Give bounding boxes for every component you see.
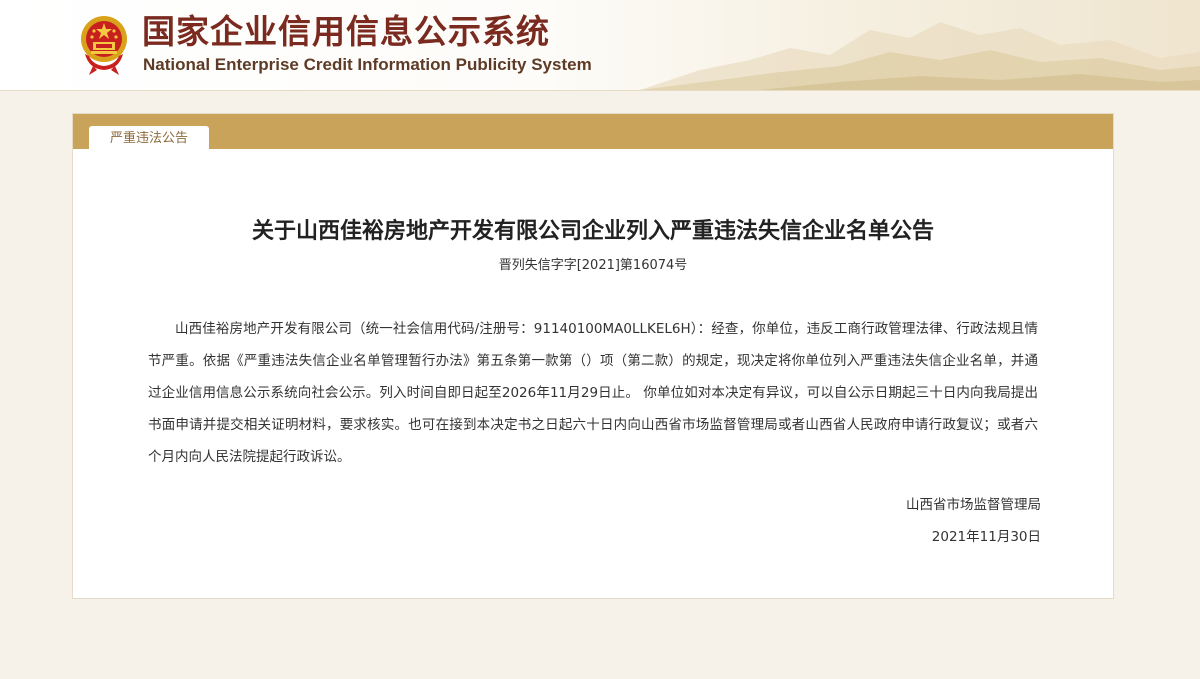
notice-signature: 山西省市场监督管理局 2021年11月30日 (906, 489, 1041, 553)
mountain-landscape-banner (640, 22, 1200, 90)
issuing-authority: 山西省市场监督管理局 (906, 497, 1041, 513)
issue-date: 2021年11月30日 (931, 529, 1041, 545)
notice-body: 山西佳裕房地产开发有限公司（统一社会信用代码/注册号：91140100MA0LL… (148, 321, 1038, 465)
site-title-en: National Enterprise Credit Information P… (143, 55, 592, 74)
national-emblem-icon (81, 16, 127, 75)
tab-serious-violation-notice[interactable]: 严重违法公告 (89, 126, 209, 149)
panel-tab-bar: 严重违法公告 (73, 114, 1113, 149)
notice-document-number: 晋列失信字字[2021]第16074号 (498, 258, 688, 273)
notice-title: 关于山西佳裕房地产开发有限公司企业列入严重违法失信企业名单公告 (251, 219, 934, 244)
site-title-cn: 国家企业信用信息公示系统 (142, 12, 550, 51)
notice-panel: 严重违法公告 关于山西佳裕房地产开发有限公司企业列入严重违法失信企业名单公告 晋… (72, 113, 1114, 599)
site-header: 国家企业信用信息公示系统 National Enterprise Credit … (0, 0, 1200, 91)
